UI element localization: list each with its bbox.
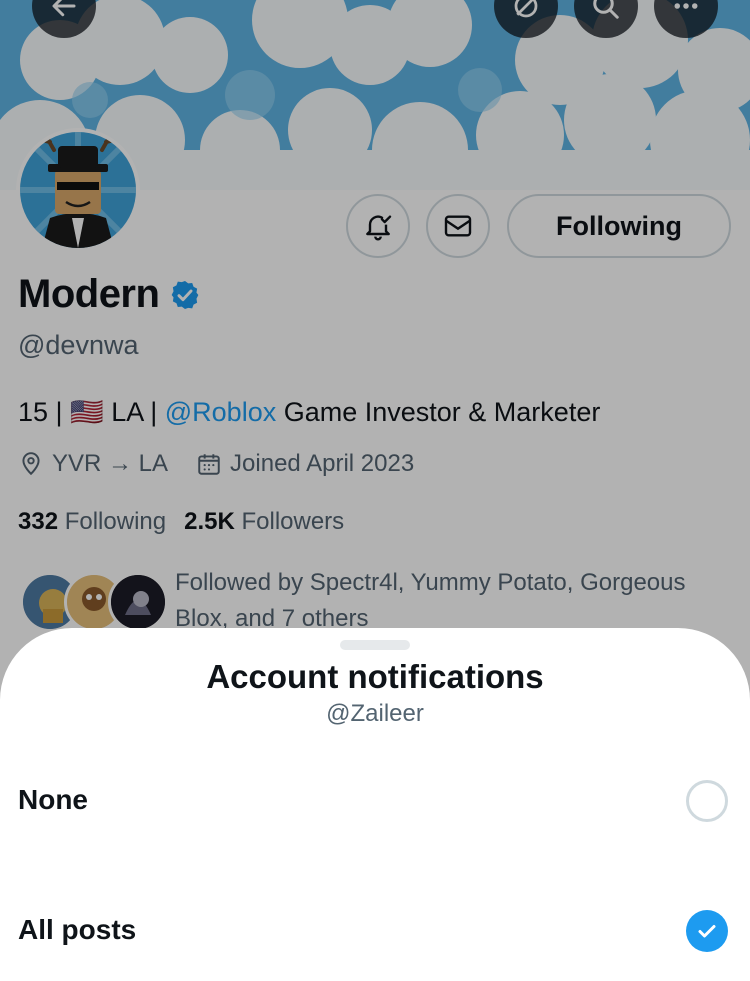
sheet-title: Account notifications xyxy=(206,658,544,695)
option-label: All posts xyxy=(18,914,137,945)
checkmark-icon xyxy=(698,925,716,938)
radio-unselected[interactable] xyxy=(686,780,728,822)
option-all-posts[interactable]: All posts xyxy=(0,888,750,978)
account-notifications-sheet: Account notifications @Zaileer None All … xyxy=(0,628,750,981)
radio-selected[interactable] xyxy=(686,910,728,952)
sheet-subtitle: @Zaileer xyxy=(326,700,424,727)
option-none[interactable]: None xyxy=(0,758,750,848)
option-label: None xyxy=(18,784,88,815)
sheet-drag-handle[interactable] xyxy=(340,640,410,650)
